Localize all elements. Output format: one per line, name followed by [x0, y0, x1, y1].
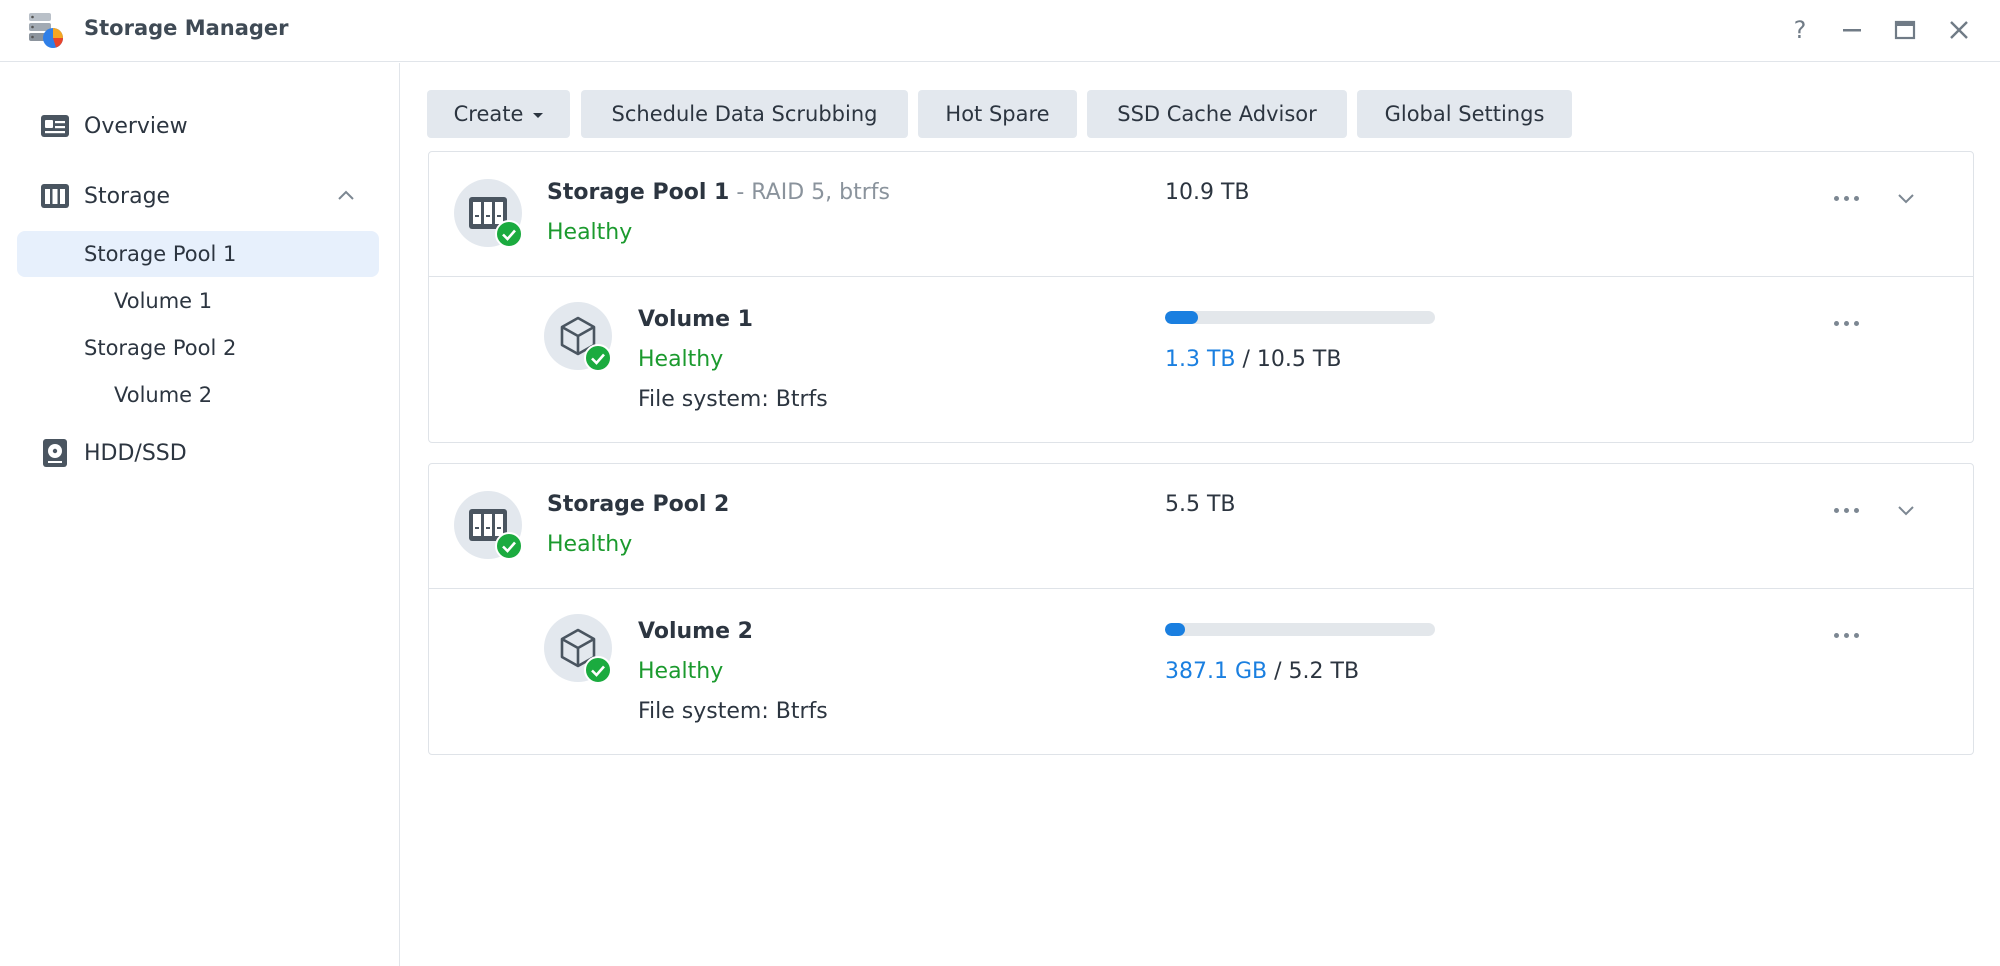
healthy-check-icon	[495, 220, 523, 248]
caret-down-icon	[533, 113, 544, 118]
volume-total: 10.5 TB	[1256, 347, 1342, 372]
more-options-icon[interactable]	[1826, 183, 1866, 213]
close-icon	[1950, 21, 1968, 39]
minimize-button[interactable]	[1836, 14, 1868, 46]
volume-name: Volume 1	[638, 307, 753, 332]
hot-spare-button[interactable]: Hot Spare	[918, 90, 1077, 138]
schedule-data-scrubbing-button[interactable]: Schedule Data Scrubbing	[581, 90, 908, 138]
pool-name: Storage Pool 2	[547, 492, 730, 517]
sidebar: Overview Storage Storage Pool 1 Volume 1…	[0, 63, 400, 966]
sidebar-item-volume-1[interactable]: Volume 1	[17, 278, 379, 324]
create-button[interactable]: Create	[427, 90, 570, 138]
storage-pool-header[interactable]: Storage Pool 1 - RAID 5, btrfs Healthy 1…	[429, 152, 1973, 277]
volume-name: Volume 2	[638, 619, 753, 644]
volume-usage-text: 387.1 GB / 5.2 TB	[1165, 659, 1359, 684]
global-settings-button[interactable]: Global Settings	[1357, 90, 1572, 138]
volume-row[interactable]: Volume 2 Healthy File system: Btrfs 387.…	[429, 590, 1973, 755]
volume-row[interactable]: Volume 1 Healthy File system: Btrfs 1.3 …	[429, 278, 1973, 443]
sidebar-item-storage-pool-2[interactable]: Storage Pool 2	[17, 325, 379, 371]
pool-size: 5.5 TB	[1165, 492, 1236, 517]
sidebar-item-label: Volume 2	[114, 383, 213, 407]
pool-status: Healthy	[547, 220, 633, 245]
more-options-icon[interactable]	[1826, 495, 1866, 525]
sidebar-item-label: Overview	[84, 113, 188, 139]
volume-filesystem: File system: Btrfs	[638, 387, 828, 412]
volume-usage-fill	[1165, 311, 1199, 324]
button-label: Hot Spare	[945, 102, 1050, 126]
button-label: Global Settings	[1384, 102, 1545, 126]
sidebar-item-hdd-ssd[interactable]: HDD/SSD	[0, 429, 400, 477]
pool-raid-detail: - RAID 5, btrfs	[729, 180, 890, 205]
minimize-icon	[1843, 29, 1861, 32]
sidebar-item-overview[interactable]: Overview	[0, 102, 400, 150]
storage-icon	[41, 184, 69, 208]
pool-status: Healthy	[547, 532, 633, 557]
healthy-check-icon	[584, 656, 612, 684]
sidebar-item-volume-2[interactable]: Volume 2	[17, 372, 379, 418]
healthy-check-icon	[495, 532, 523, 560]
pool-name: Storage Pool 1	[547, 180, 730, 205]
volume-filesystem: File system: Btrfs	[638, 699, 828, 724]
chevron-down-icon[interactable]	[1891, 495, 1921, 525]
maximize-icon	[1894, 20, 1916, 40]
button-label: SSD Cache Advisor	[1117, 102, 1317, 126]
sidebar-item-label: Storage	[84, 183, 171, 209]
sidebar-item-label: Volume 1	[114, 289, 213, 313]
storage-pool-header[interactable]: Storage Pool 2 Healthy 5.5 TB	[429, 464, 1973, 589]
pool-size: 10.9 TB	[1165, 180, 1250, 205]
sidebar-item-storage[interactable]: Storage	[0, 172, 400, 220]
maximize-button[interactable]	[1889, 14, 1921, 46]
volume-usage-bar	[1165, 311, 1435, 324]
usage-separator: /	[1235, 347, 1257, 372]
storage-pool-card: Storage Pool 2 Healthy 5.5 TB Volume 2 H…	[428, 463, 1974, 755]
pool-title: Storage Pool 2	[547, 492, 729, 517]
pool-title: Storage Pool 1 - RAID 5, btrfs	[547, 180, 890, 205]
help-icon: ?	[1793, 16, 1807, 44]
volume-used: 1.3 TB	[1165, 347, 1236, 372]
help-button[interactable]: ?	[1784, 14, 1816, 46]
create-button-label: Create	[453, 102, 524, 126]
chevron-down-icon[interactable]	[1891, 183, 1921, 213]
chevron-up-icon[interactable]	[332, 182, 360, 210]
volume-total: 5.2 TB	[1288, 659, 1360, 684]
storage-manager-app-icon	[29, 13, 63, 48]
volume-used: 387.1 GB	[1165, 659, 1268, 684]
volume-usage-text: 1.3 TB / 10.5 TB	[1165, 347, 1341, 372]
healthy-check-icon	[584, 344, 612, 372]
more-options-icon[interactable]	[1826, 308, 1866, 338]
volume-status: Healthy	[638, 347, 724, 372]
button-label: Schedule Data Scrubbing	[611, 102, 878, 126]
title-bar: Storage Manager ?	[0, 0, 2000, 62]
close-button[interactable]	[1943, 14, 1975, 46]
sidebar-item-label: HDD/SSD	[84, 440, 187, 466]
storage-pool-card: Storage Pool 1 - RAID 5, btrfs Healthy 1…	[428, 151, 1974, 443]
window-title: Storage Manager	[84, 16, 289, 40]
hdd-icon	[43, 439, 67, 467]
volume-usage-fill	[1165, 623, 1185, 636]
sidebar-item-label: Storage Pool 1	[84, 242, 237, 266]
volume-status: Healthy	[638, 659, 724, 684]
sidebar-item-storage-pool-1[interactable]: Storage Pool 1	[17, 231, 379, 277]
ssd-cache-advisor-button[interactable]: SSD Cache Advisor	[1087, 90, 1347, 138]
more-options-icon[interactable]	[1826, 620, 1866, 650]
usage-separator: /	[1267, 659, 1289, 684]
overview-icon	[41, 115, 69, 137]
volume-usage-bar	[1165, 623, 1435, 636]
sidebar-item-label: Storage Pool 2	[84, 336, 237, 360]
